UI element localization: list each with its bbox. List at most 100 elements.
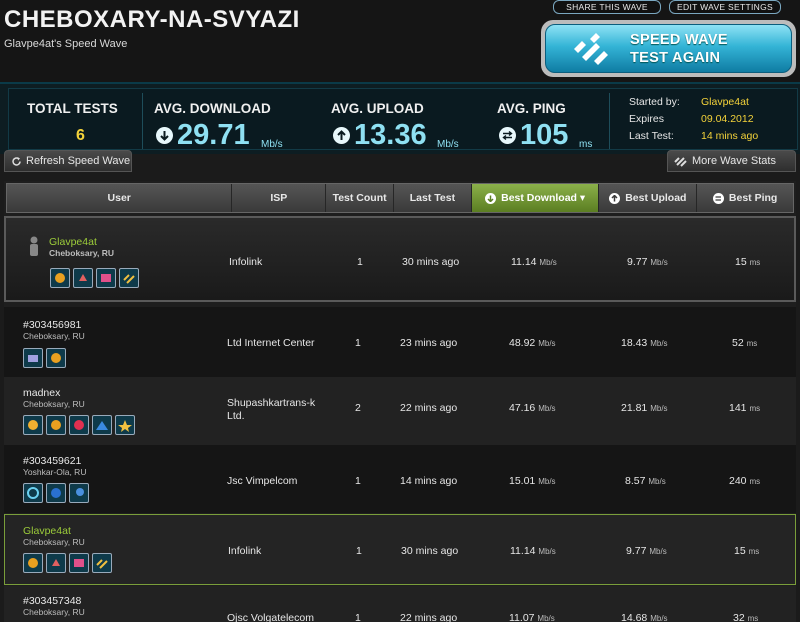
unit-label: Mb/s	[650, 614, 668, 622]
best-upload-value: 21.81	[621, 402, 648, 414]
test-count-cell: 2	[355, 402, 361, 414]
unit-label: Mb/s	[649, 547, 667, 556]
globe-badge-icon	[46, 483, 66, 503]
computer-badge-icon	[23, 348, 43, 368]
user-cell: madnex Cheboksary, RU	[23, 387, 85, 409]
book-badge-icon	[69, 553, 89, 573]
best-ping-value: 141	[729, 402, 747, 414]
unit-label: ms	[746, 339, 758, 348]
best-ping-cell: 240 ms	[729, 475, 760, 487]
book-badge-icon	[96, 268, 116, 288]
column-test-count[interactable]: Test Count	[326, 184, 395, 212]
unit-label: ms	[748, 547, 760, 556]
user-location: Cheboksary, RU	[23, 537, 85, 547]
best-download-cell: 48.92 Mb/s	[509, 337, 556, 349]
unit-label: ms	[747, 614, 759, 622]
column-best-ping[interactable]: Best Ping	[697, 184, 793, 212]
speed-wave-label: SPEED WAVE TEST AGAIN	[630, 31, 728, 67]
speed-wave-logo-icon	[564, 29, 616, 69]
column-best-download[interactable]: Best Download ▾	[471, 184, 600, 212]
best-download-value: 47.16	[509, 402, 536, 414]
divider	[609, 93, 610, 149]
refresh-speed-wave-button[interactable]: Refresh Speed Wave	[4, 150, 132, 172]
user-name[interactable]: Glavpe4at	[49, 236, 114, 248]
user-cell: #303459621 Yoshkar-Ola, RU	[23, 455, 86, 477]
best-ping-cell: 15 ms	[734, 545, 759, 557]
started-by-value[interactable]: Glavpe4at	[701, 96, 749, 108]
stats-bar: TOTAL TESTS 6 AVG. DOWNLOAD 29.71 Mb/s A…	[0, 82, 800, 154]
avg-upload-value: 13.36	[354, 119, 427, 151]
badge-list	[23, 348, 66, 368]
badge-list	[23, 415, 135, 435]
last-test-cell: 22 mins ago	[400, 402, 458, 414]
table-row[interactable]: #303457348 Cheboksary, RU Ojsc Volgatele…	[4, 586, 796, 622]
best-upload-cell: 18.43 Mb/s	[621, 337, 668, 349]
user-cell: Glavpe4at Cheboksary, RU	[23, 525, 85, 547]
isp-cell: Jsc Vimpelcom	[227, 475, 298, 487]
user-name[interactable]: #303459621	[23, 455, 86, 467]
best-upload-cell: 9.77 Mb/s	[626, 545, 667, 557]
table-row[interactable]: #303456981 Cheboksary, RU Ltd Internet C…	[4, 307, 796, 377]
avg-download-label: AVG. DOWNLOAD	[154, 101, 271, 116]
best-upload-cell: 14.68 Mb/s	[621, 612, 668, 622]
upload-arrow-icon	[609, 192, 621, 204]
best-ping-value: 15	[734, 545, 746, 557]
column-last-test[interactable]: Last Test	[394, 184, 472, 212]
user-name[interactable]: Glavpe4at	[23, 525, 85, 537]
last-test-cell: 30 mins ago	[401, 545, 459, 557]
hand-badge-icon	[73, 268, 93, 288]
table-row[interactable]: madnex Cheboksary, RU Shupashkartrans-k …	[4, 377, 796, 445]
wave-stats-icon	[674, 156, 687, 167]
table-row-current-user[interactable]: Glavpe4at Cheboksary, RU Infolink 1 30 m…	[4, 216, 796, 302]
cup-badge-icon	[23, 415, 43, 435]
badge-list	[50, 268, 139, 288]
medal-badge-icon	[23, 553, 43, 573]
hand-badge-icon	[46, 553, 66, 573]
best-download-cell: 47.16 Mb/s	[509, 402, 556, 414]
unit-label: Mb/s	[538, 339, 556, 348]
user-name[interactable]: #303457348	[23, 595, 85, 607]
best-download-cell: 15.01 Mb/s	[509, 475, 556, 487]
best-download-value: 15.01	[509, 475, 536, 487]
speed-wave-button-face[interactable]: SPEED WAVE TEST AGAIN	[545, 24, 792, 73]
best-download-cell: 11.14 Mb/s	[510, 545, 556, 557]
column-best-download-label: Best Download ▾	[501, 192, 586, 204]
table-header: User ISP Test Count Last Test Best Downl…	[6, 183, 794, 213]
user-name[interactable]: #303456981	[23, 319, 85, 331]
page-header: CHEBOXARY-NA-SVYAZI Glavpe4at's Speed Wa…	[0, 0, 800, 82]
share-wave-button[interactable]: SHARE THIS WAVE	[553, 0, 661, 14]
unit-label: Mb/s	[538, 547, 556, 556]
more-wave-stats-button[interactable]: More Wave Stats	[667, 150, 796, 172]
best-download-value: 48.92	[509, 337, 536, 349]
last-test-value: 14 mins ago	[701, 130, 759, 142]
isp-cell: Infolink	[229, 256, 263, 268]
best-ping-cell: 32 ms	[733, 612, 758, 622]
edit-wave-settings-button[interactable]: EDIT WAVE SETTINGS	[669, 0, 781, 14]
last-test-label: Last Test:	[629, 130, 674, 142]
isp-name-line1: Shupashkartrans-k	[227, 397, 316, 409]
unit-label: Mb/s	[538, 404, 556, 413]
expires-value: 09.04.2012	[701, 113, 754, 125]
download-arrow-icon	[156, 127, 173, 144]
table-row-own-entry[interactable]: Glavpe4at Cheboksary, RU Infolink 1 30 m…	[4, 514, 796, 585]
best-upload-value: 9.77	[626, 545, 647, 557]
test-count-cell: 1	[355, 337, 361, 349]
user-location: Cheboksary, RU	[23, 331, 85, 341]
speed-wave-test-again-button[interactable]: SPEED WAVE TEST AGAIN	[541, 20, 796, 77]
unit-label: Mb/s	[539, 258, 557, 267]
column-best-upload[interactable]: Best Upload	[599, 184, 698, 212]
last-test-cell: 22 mins ago	[400, 612, 458, 622]
column-isp[interactable]: ISP	[232, 184, 327, 212]
stars-badge-icon	[115, 415, 135, 435]
speed-wave-badge-icon	[119, 268, 139, 288]
unit-label: Mb/s	[650, 258, 668, 267]
unit-label: Mb/s	[537, 614, 555, 622]
best-download-cell: 11.14 Mb/s	[511, 256, 557, 268]
expires-label: Expires	[629, 113, 665, 125]
table-row[interactable]: #303459621 Yoshkar-Ola, RU Jsc Vimpelcom…	[4, 445, 796, 513]
gauge-badge-icon	[23, 483, 43, 503]
started-by-label: Started by:	[629, 96, 680, 108]
user-name[interactable]: madnex	[23, 387, 85, 399]
column-user[interactable]: User	[7, 184, 233, 212]
medal-badge-icon	[50, 268, 70, 288]
